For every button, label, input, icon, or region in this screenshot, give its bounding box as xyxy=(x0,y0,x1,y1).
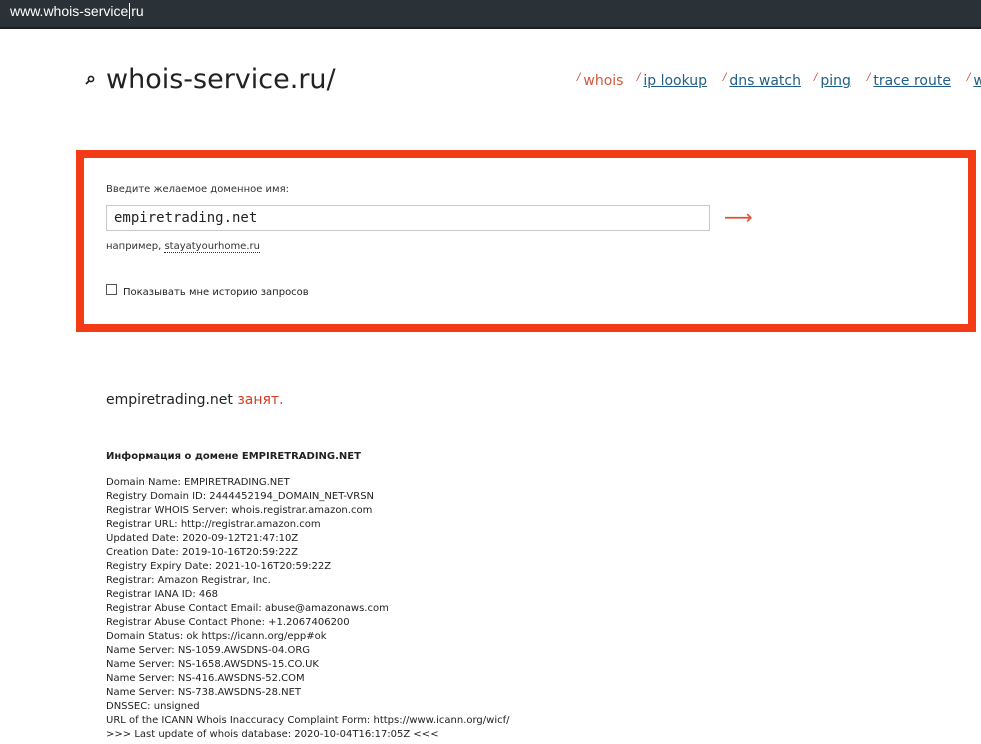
address-bar[interactable]: www.whois-service ru xyxy=(0,0,981,29)
result-domain: empiretrading.net xyxy=(106,392,233,408)
nav-item-dns-watch[interactable]: / dns watch xyxy=(723,72,801,89)
whois-line: Registrar Abuse Contact Email: abuse@ama… xyxy=(106,603,389,614)
submit-arrow-icon[interactable]: ⟶ xyxy=(724,207,753,227)
nav-slash: / xyxy=(723,72,727,83)
history-checkbox[interactable] xyxy=(106,284,117,295)
history-checkbox-label[interactable]: Показывать мне историю запросов xyxy=(123,287,309,298)
nav-link-ip-lookup[interactable]: ip lookup xyxy=(643,73,707,89)
whois-line: Updated Date: 2020-09-12T21:47:10Z xyxy=(106,533,299,544)
example-hint: например, stayatyourhome.ru xyxy=(106,241,260,253)
nav-item-ping[interactable]: / ping xyxy=(814,72,851,89)
url-text[interactable]: www.whois-service ru xyxy=(10,3,144,19)
whois-line: URL of the ICANN Whois Inaccuracy Compla… xyxy=(106,715,510,726)
whois-line: DNSSEC: unsigned xyxy=(106,701,200,712)
domain-input-label: Введите желаемое доменное имя: xyxy=(106,184,289,195)
whois-line: Name Server: NS-416.AWSDNS-52.COM xyxy=(106,673,305,684)
nav-slash: / xyxy=(637,72,641,83)
example-prefix: например, xyxy=(106,241,165,252)
nav-link-whois[interactable]: whois xyxy=(583,73,623,89)
nav-link-dns-watch[interactable]: dns watch xyxy=(729,73,801,89)
result-status: занят. xyxy=(237,392,284,408)
nav-item-trace-route[interactable]: / trace route xyxy=(867,72,951,89)
nav-item-truncated[interactable]: / w xyxy=(967,72,981,89)
domain-input[interactable]: empiretrading.net xyxy=(106,205,710,231)
nav-slash: / xyxy=(814,72,818,83)
nav-slash: / xyxy=(867,72,871,83)
whois-line: Name Server: NS-1658.AWSDNS-15.CO.UK xyxy=(106,659,319,670)
example-domain-link[interactable]: stayatyourhome.ru xyxy=(164,241,260,253)
nav-link-truncated[interactable]: w xyxy=(973,73,981,89)
nav-link-ping[interactable]: ping xyxy=(820,73,851,89)
nav-slash: / xyxy=(967,72,971,83)
url-host: www.whois-service xyxy=(10,3,129,19)
whois-line: Name Server: NS-1059.AWSDNS-04.ORG xyxy=(106,645,311,656)
magnifier-icon xyxy=(85,75,95,85)
whois-line: Registrar Abuse Contact Phone: +1.206740… xyxy=(106,617,350,628)
domain-info-heading: Информация о домене EMPIRETRADING.NET xyxy=(106,451,361,462)
whois-line: Registrar IANA ID: 468 xyxy=(106,589,219,600)
whois-line: Registrar: Amazon Registrar, Inc. xyxy=(106,575,271,586)
whois-line: >>> Last update of whois database: 2020-… xyxy=(106,729,439,740)
nav-slash: / xyxy=(577,72,581,83)
nav-item-whois[interactable]: / whois xyxy=(577,72,623,89)
nav-item-ip-lookup[interactable]: / ip lookup xyxy=(637,72,707,89)
whois-line: Registry Domain ID: 2444452194_DOMAIN_NE… xyxy=(106,491,375,502)
nav-link-trace-route[interactable]: trace route xyxy=(873,73,951,89)
whois-line: Name Server: NS-738.AWSDNS-28.NET xyxy=(106,687,302,698)
whois-line: Registrar URL: http://registrar.amazon.c… xyxy=(106,519,321,530)
whois-record: Domain Name: EMPIRETRADING.NET Registry … xyxy=(106,476,510,742)
url-tld: ru xyxy=(131,3,144,19)
whois-line: Domain Name: EMPIRETRADING.NET xyxy=(106,477,290,488)
availability-result: empiretrading.net занят. xyxy=(106,392,284,408)
whois-line: Registrar WHOIS Server: whois.registrar.… xyxy=(106,505,373,516)
logo-text: whois-service.ru/ xyxy=(106,64,336,95)
whois-line: Domain Status: ok https://icann.org/epp#… xyxy=(106,631,327,642)
whois-line: Registry Expiry Date: 2021-10-16T20:59:2… xyxy=(106,561,332,572)
whois-line: Creation Date: 2019-10-16T20:59:22Z xyxy=(106,547,298,558)
